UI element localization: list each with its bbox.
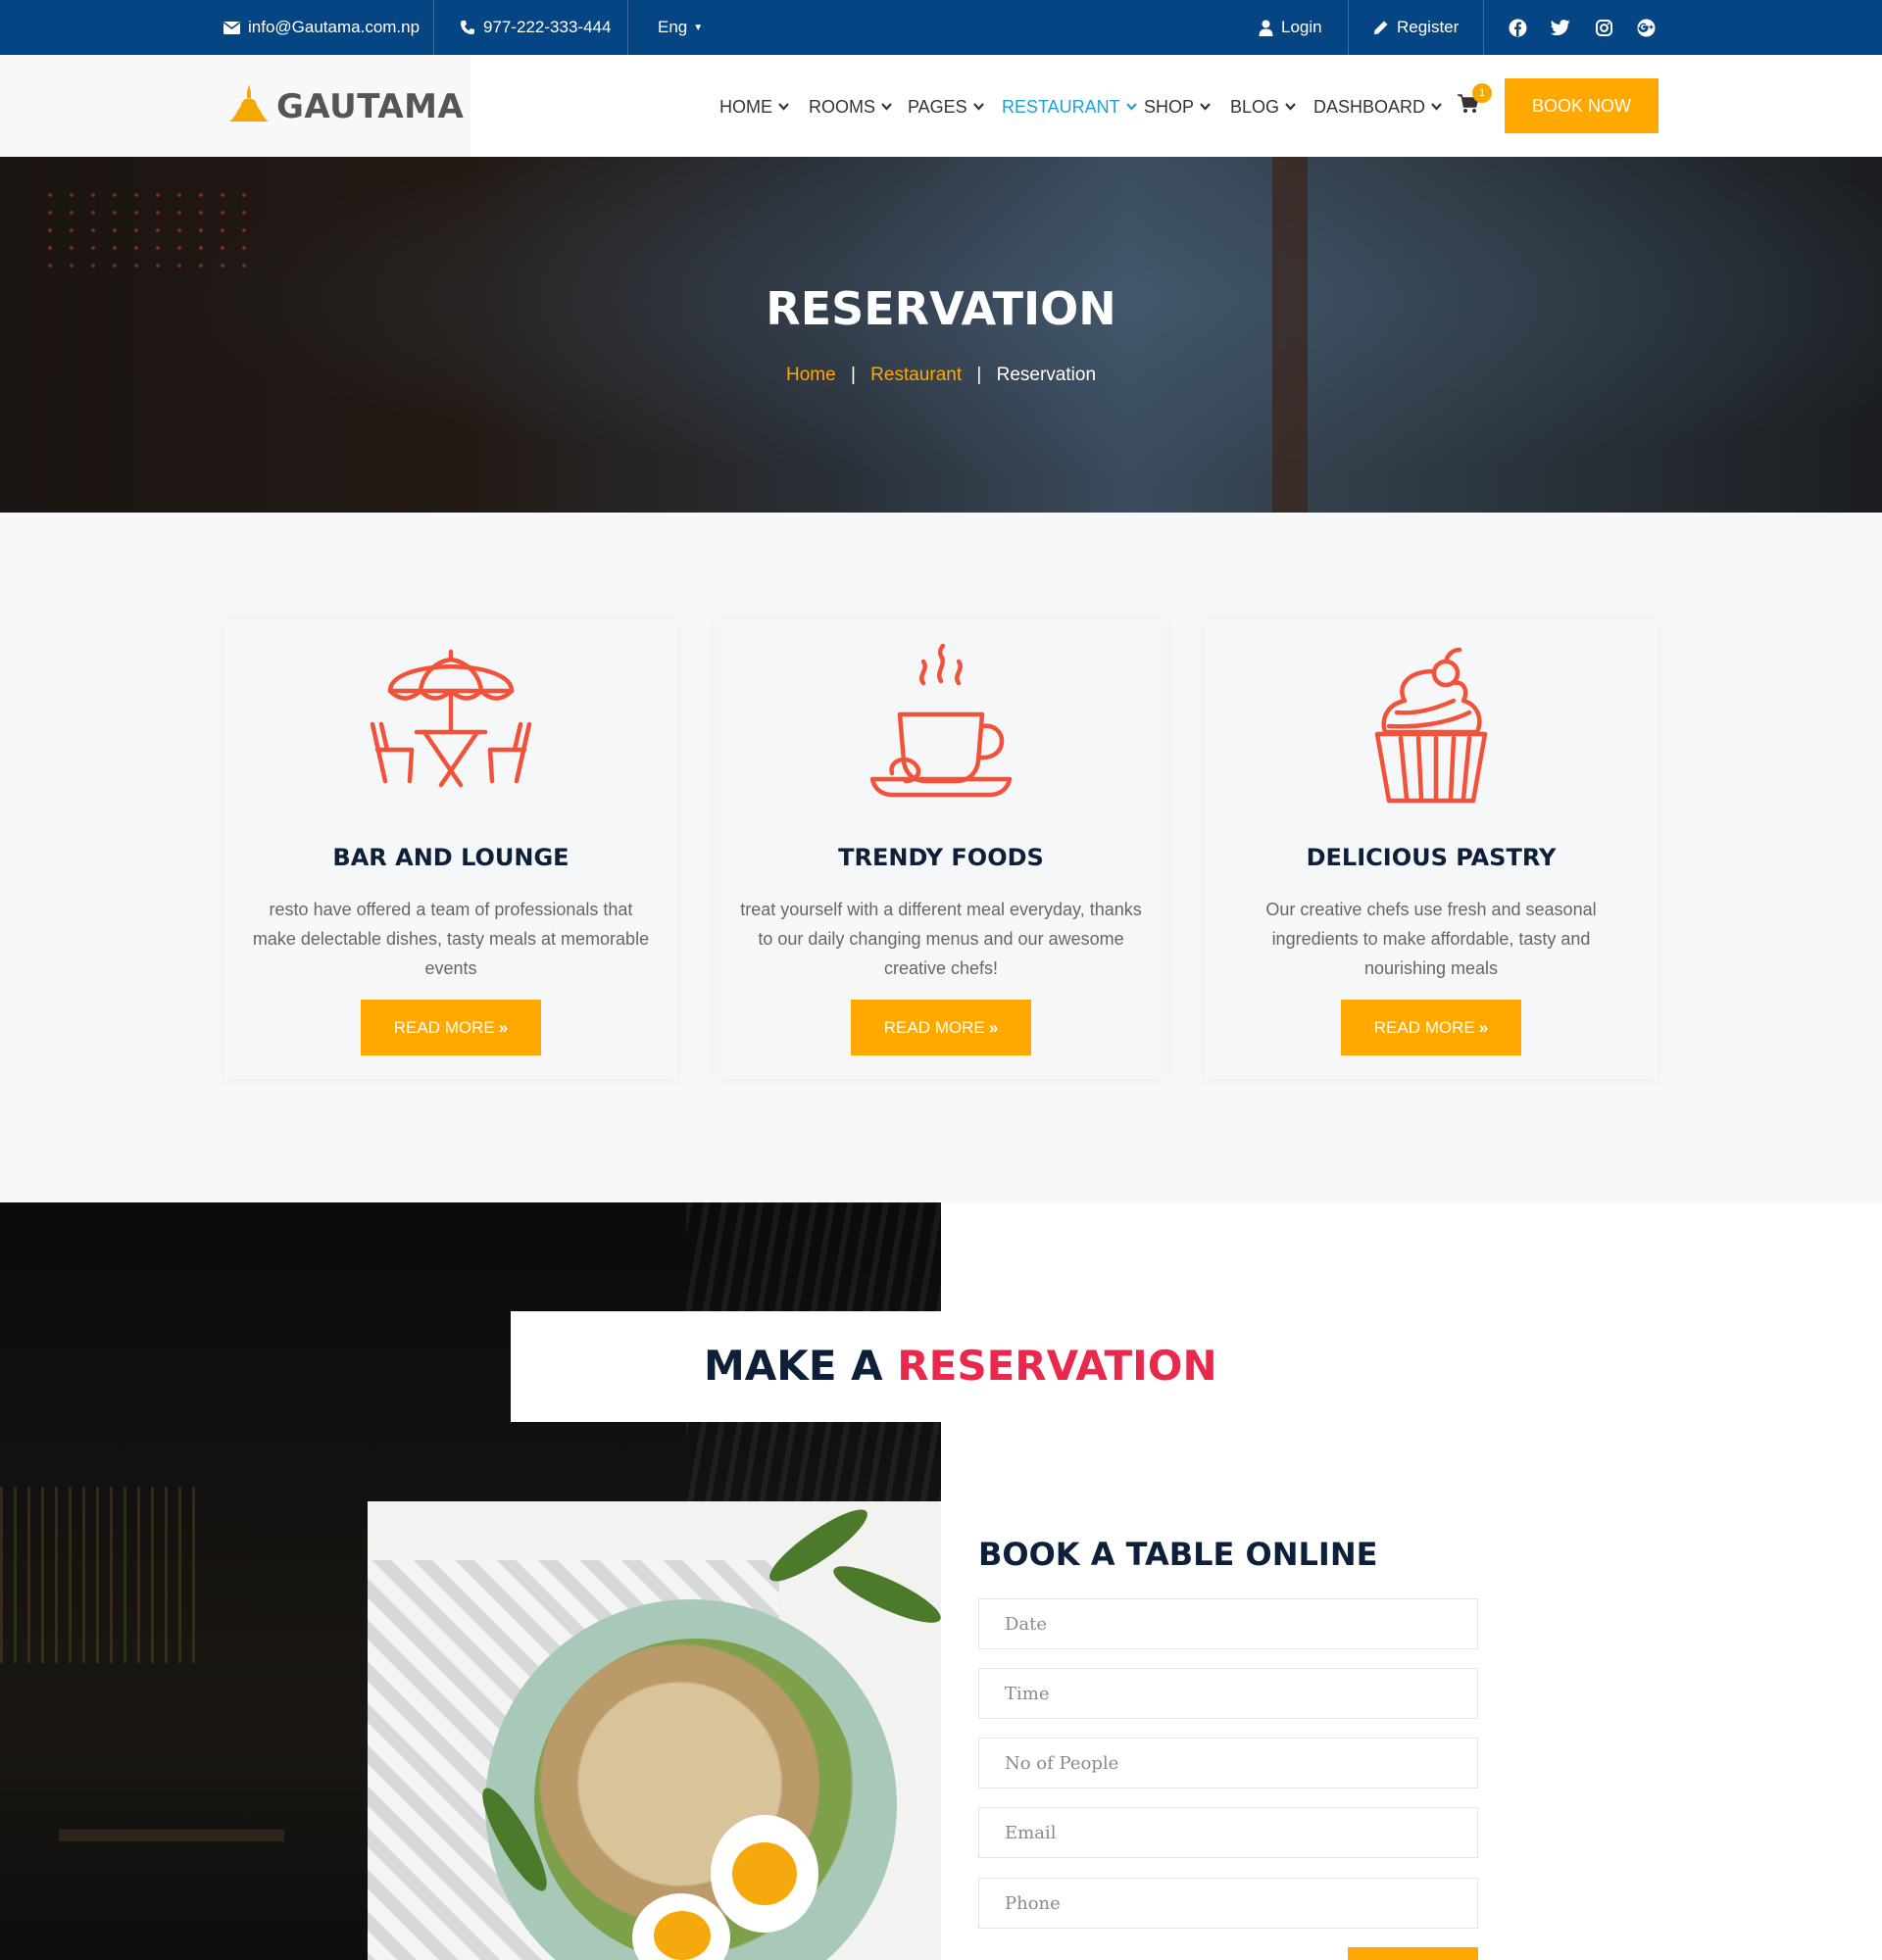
nav-blog[interactable]: BLOG xyxy=(1230,92,1296,122)
reservation-title: MAKE A RESERVATION xyxy=(704,1342,1217,1390)
cart-count-badge: 1 xyxy=(1472,83,1492,103)
feature-description: treat yourself with a different meal eve… xyxy=(740,900,1142,978)
divider xyxy=(1483,0,1484,55)
egg-yolk xyxy=(732,1842,797,1905)
wine-shelf-decoration xyxy=(0,1487,196,1663)
feature-card-bar-lounge: BAR AND LOUNGE resto have offered a team… xyxy=(224,620,677,1079)
nav-home-label: HOME xyxy=(719,96,772,117)
breadcrumb-separator: | xyxy=(850,365,856,385)
nav-restaurant-label: RESTAURANT xyxy=(1002,96,1120,117)
nav-pages-label: PAGES xyxy=(908,96,967,117)
breadcrumb-home[interactable]: Home xyxy=(786,365,836,385)
page-title: RESERVATION xyxy=(766,282,1116,335)
features-section: BAR AND LOUNGE resto have offered a team… xyxy=(0,513,1882,1202)
time-field[interactable] xyxy=(978,1668,1478,1719)
phone-field[interactable] xyxy=(978,1878,1478,1929)
nav-restaurant[interactable]: RESTAURANT xyxy=(1002,92,1137,122)
booking-form-title: BOOK A TABLE ONLINE xyxy=(978,1536,1378,1573)
twitter-icon[interactable] xyxy=(1551,18,1570,37)
chevron-down-icon xyxy=(1200,103,1211,111)
chevron-down-icon xyxy=(1125,103,1137,111)
envelope-icon xyxy=(223,21,240,34)
reservation-section: MAKE A RESERVATION BOOK A TABLE ONLINE xyxy=(0,1202,1882,1960)
reservation-title-accent: RESERVATION xyxy=(897,1342,1217,1390)
breadcrumb-restaurant[interactable]: Restaurant xyxy=(870,365,962,385)
page-hero: RESERVATION Home | Restaurant | Reservat… xyxy=(0,157,1882,513)
chevron-down-icon xyxy=(1285,103,1296,111)
contact-email[interactable]: info@Gautama.com.np xyxy=(223,0,420,55)
google-plus-icon[interactable] xyxy=(1636,18,1656,37)
user-icon xyxy=(1259,20,1273,36)
main-header: GAUTAMA HOME ROOMS PAGES RESTAURANT SHOP… xyxy=(0,55,1882,157)
read-more-label: READ MORE xyxy=(393,1017,495,1037)
read-more-button[interactable]: READ MORE » xyxy=(851,1000,1031,1055)
login-link[interactable]: Login xyxy=(1259,0,1322,55)
breadcrumb-separator: | xyxy=(976,365,982,385)
language-label: Eng xyxy=(658,18,688,36)
read-more-label: READ MORE xyxy=(1373,1017,1475,1037)
register-link[interactable]: Register xyxy=(1373,0,1459,55)
cupcake-icon xyxy=(1205,644,1658,804)
nav-home[interactable]: HOME xyxy=(719,92,789,122)
nav-dashboard-label: DASHBOARD xyxy=(1313,96,1426,117)
divider xyxy=(433,0,434,55)
read-more-button[interactable]: READ MORE » xyxy=(361,1000,541,1055)
breadcrumb: Home | Restaurant | Reservation xyxy=(0,365,1882,386)
double-chevron-right-icon: » xyxy=(1478,1017,1489,1037)
top-bar: info@Gautama.com.np 977-222-333-444 Eng … xyxy=(0,0,1882,55)
stupa-icon xyxy=(225,84,272,128)
read-more-label: READ MORE xyxy=(883,1017,985,1037)
instagram-icon[interactable] xyxy=(1594,18,1613,37)
pencil-icon xyxy=(1373,20,1389,35)
nav-rooms[interactable]: ROOMS xyxy=(809,92,892,122)
nav-shop-label: SHOP xyxy=(1144,96,1195,117)
date-field[interactable] xyxy=(978,1598,1478,1649)
double-chevron-right-icon: » xyxy=(498,1017,509,1037)
chevron-down-icon xyxy=(972,103,984,111)
contact-phone[interactable]: 977-222-333-444 xyxy=(460,0,611,55)
nav-dashboard[interactable]: DASHBOARD xyxy=(1313,92,1442,122)
table-decoration xyxy=(59,1830,284,1841)
feature-title: DELICIOUS PASTRY xyxy=(1306,844,1557,871)
book-now-button[interactable]: BOOK NOW xyxy=(1505,78,1659,133)
facebook-icon[interactable] xyxy=(1508,18,1527,37)
patio-table-icon xyxy=(224,644,677,801)
chevron-down-icon xyxy=(1431,103,1442,111)
phone-icon xyxy=(460,20,475,35)
chevron-down-icon xyxy=(778,103,789,111)
nav-pages[interactable]: PAGES xyxy=(908,92,984,122)
feature-description: Our creative chefs use fresh and seasona… xyxy=(1265,900,1597,978)
double-chevron-right-icon: » xyxy=(988,1017,999,1037)
feature-title: TRENDY FOODS xyxy=(838,844,1044,871)
register-label: Register xyxy=(1397,18,1460,36)
login-label: Login xyxy=(1281,18,1322,36)
email-field[interactable] xyxy=(978,1807,1478,1858)
feature-card-delicious-pastry: DELICIOUS PASTRY Our creative chefs use … xyxy=(1205,620,1658,1079)
site-logo[interactable]: GAUTAMA xyxy=(225,84,464,128)
read-more-button[interactable]: READ MORE » xyxy=(1341,1000,1521,1055)
coffee-cup-icon xyxy=(715,644,1167,801)
breadcrumb-current: Reservation xyxy=(996,365,1097,385)
chevron-down-icon xyxy=(881,103,892,111)
nav-rooms-label: ROOMS xyxy=(809,96,876,117)
nav-blog-label: BLOG xyxy=(1230,96,1280,117)
feature-description: resto have offered a team of professiona… xyxy=(252,900,650,978)
caret-down-icon: ▼ xyxy=(693,22,704,33)
people-field[interactable] xyxy=(978,1738,1478,1788)
submit-button[interactable] xyxy=(1348,1947,1478,1960)
logo-text: GAUTAMA xyxy=(276,86,465,126)
contact-email-text: info@Gautama.com.np xyxy=(248,18,421,36)
language-select[interactable]: Eng ▼ xyxy=(658,0,703,55)
hero-lights-decoration xyxy=(39,186,255,274)
food-plate-image xyxy=(368,1501,941,1960)
divider xyxy=(1348,0,1349,55)
herb-leaf xyxy=(827,1556,941,1633)
egg-yolk xyxy=(654,1911,711,1960)
reservation-title-prefix: MAKE A xyxy=(704,1342,883,1390)
feature-card-trendy-foods: TRENDY FOODS treat yourself with a diffe… xyxy=(715,620,1167,1079)
nav-shop[interactable]: SHOP xyxy=(1144,92,1211,122)
divider xyxy=(627,0,628,55)
feature-title: BAR AND LOUNGE xyxy=(332,844,570,871)
contact-phone-text: 977-222-333-444 xyxy=(483,18,612,36)
